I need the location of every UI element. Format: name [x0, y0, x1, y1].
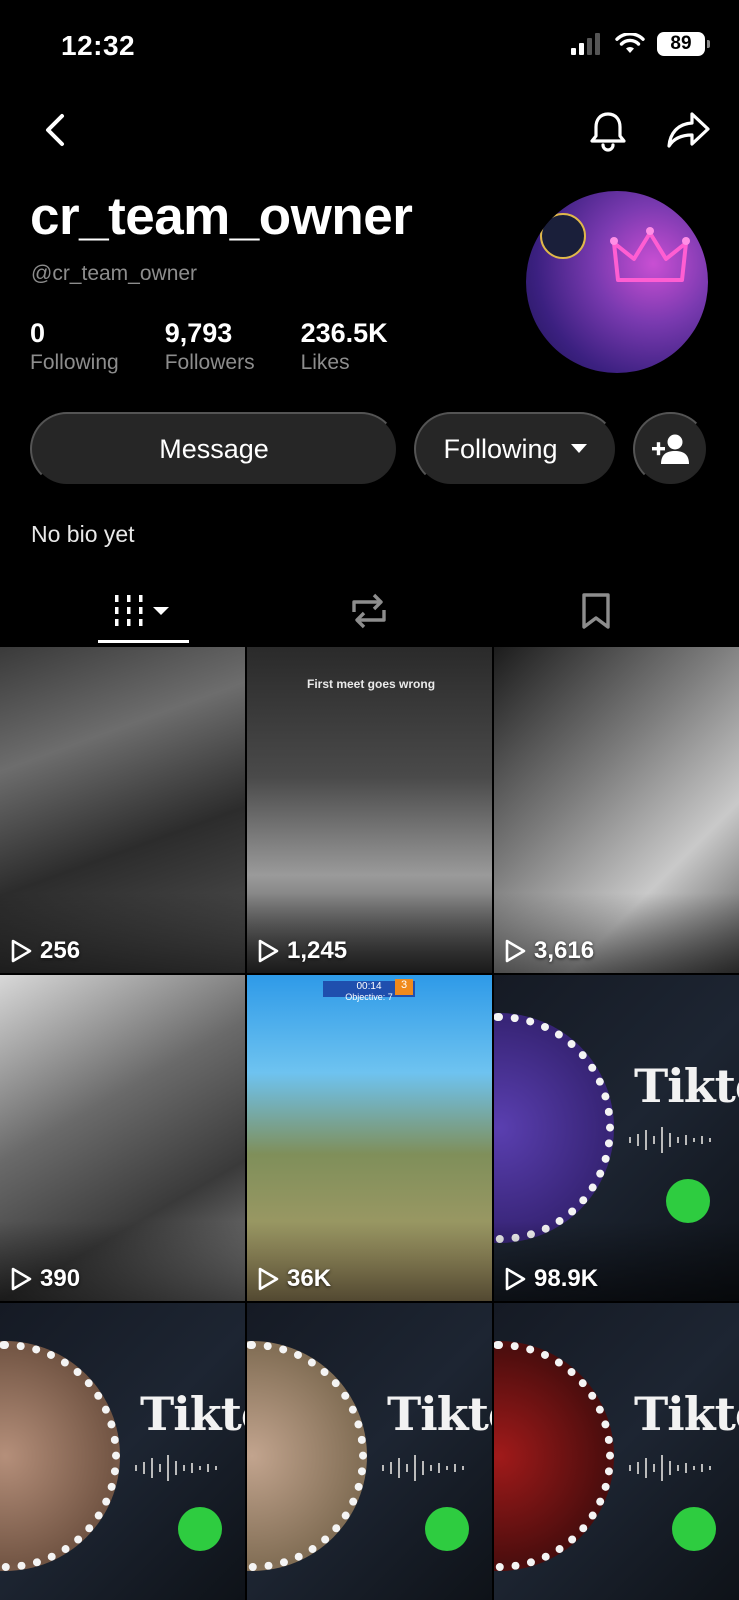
tiktok-brand-text: Tiktok	[387, 1387, 492, 1441]
game-hud-counter: 3	[395, 979, 413, 995]
play-icon	[505, 939, 526, 963]
view-count: 390	[10, 1265, 80, 1293]
following-button[interactable]: Following	[414, 412, 617, 486]
profile-stats: 0 Following 9,793 Followers 236.5K Likes	[30, 318, 434, 375]
view-count-text: 1,245	[287, 937, 348, 964]
audio-waveform-icon	[382, 1455, 464, 1481]
play-icon	[258, 1267, 279, 1291]
view-count-text: 256	[40, 937, 81, 964]
tiktok-brand-text: Tiktok	[140, 1387, 245, 1441]
back-arrow-icon[interactable]	[34, 108, 78, 152]
emblem-badge-icon	[540, 213, 586, 259]
play-icon	[258, 939, 279, 963]
stat-likes[interactable]: 236.5K Likes	[301, 318, 388, 375]
stat-following[interactable]: 0 Following	[30, 318, 119, 375]
call-accept-icon	[672, 1507, 716, 1551]
call-accept-icon	[425, 1507, 469, 1551]
view-count-text: 3,616	[534, 937, 595, 964]
video-thumbnail[interactable]: 256	[0, 647, 245, 973]
stat-value: 9,793	[164, 318, 233, 348]
view-count: 3,616	[504, 937, 594, 965]
ringtone-avatar-ring	[494, 1341, 614, 1571]
tab-saved[interactable]	[551, 588, 641, 634]
ringtone-avatar-ring	[247, 1341, 367, 1571]
active-tab-indicator	[98, 640, 189, 643]
battery-indicator: 89	[657, 32, 710, 56]
video-thumbnail[interactable]: Tiktok 98.9K	[494, 975, 739, 1301]
profile-handle: @cr_team_owner	[31, 262, 198, 285]
profile-avatar[interactable]	[526, 191, 708, 373]
stat-followers[interactable]: 9,793 Followers	[165, 318, 255, 375]
profile-username: cr_team_owner	[30, 187, 413, 246]
video-thumbnail[interactable]: 3,616	[494, 647, 739, 973]
wifi-icon	[615, 33, 645, 53]
caret-down-icon	[570, 444, 587, 453]
tab-reposts[interactable]	[324, 588, 414, 634]
view-count: 36K	[257, 1265, 331, 1293]
audio-waveform-icon	[135, 1455, 217, 1481]
call-accept-icon	[178, 1507, 222, 1551]
stat-value: 236.5K	[300, 318, 388, 348]
game-hud-time: 00:14	[356, 981, 382, 992]
bell-icon[interactable]	[586, 108, 630, 152]
video-thumbnail[interactable]: Tiktok	[494, 1303, 739, 1600]
status-time: 12:32	[61, 30, 136, 61]
stat-label: Followers	[164, 351, 255, 374]
play-icon	[505, 1267, 526, 1291]
neon-crown-icon	[610, 227, 690, 282]
view-count-text: 36K	[287, 1265, 332, 1292]
play-icon	[11, 939, 32, 963]
view-count-text: 98.9K	[534, 1265, 599, 1292]
audio-waveform-icon	[629, 1455, 711, 1481]
ringtone-avatar-ring	[0, 1341, 120, 1571]
video-thumbnail[interactable]: 00:14 Objective: 7 3 36K	[247, 975, 492, 1301]
message-button[interactable]: Message	[30, 412, 398, 486]
signal-icon	[571, 33, 600, 55]
add-friend-button[interactable]	[633, 412, 708, 486]
stat-value: 0	[30, 318, 46, 348]
video-thumbnail[interactable]: Tiktok	[0, 1303, 245, 1600]
call-accept-icon	[666, 1179, 710, 1223]
status-bar: 12:32 89	[0, 0, 739, 96]
grid-icon	[115, 595, 169, 626]
stat-label: Following	[30, 351, 119, 374]
bookmark-icon	[582, 593, 610, 629]
audio-waveform-icon	[629, 1127, 711, 1153]
view-count: 1,245	[257, 937, 347, 965]
video-thumbnail[interactable]: 390	[0, 975, 245, 1301]
view-count: 98.9K	[504, 1265, 598, 1293]
tiktok-brand-text: Tiktok	[634, 1059, 739, 1113]
video-thumbnail[interactable]: First meet goes wrong 1,245	[247, 647, 492, 973]
add-user-icon	[651, 434, 689, 464]
stat-label: Likes	[300, 351, 350, 374]
tab-videos[interactable]	[98, 588, 188, 634]
content-tabs	[0, 576, 739, 646]
following-button-label: Following	[443, 433, 558, 464]
profile-bio: No bio yet	[31, 521, 135, 547]
video-caption: First meet goes wrong	[307, 677, 436, 691]
share-arrow-icon[interactable]	[664, 108, 712, 152]
status-icons: 89	[571, 32, 710, 56]
view-count: 256	[10, 937, 80, 965]
view-count-text: 390	[40, 1265, 81, 1292]
tiktok-brand-text: Tiktok	[634, 1387, 739, 1441]
ringtone-avatar-ring	[494, 1013, 614, 1243]
video-thumbnail[interactable]: Tiktok	[247, 1303, 492, 1600]
top-nav	[0, 100, 739, 160]
repost-icon	[352, 593, 386, 629]
play-icon	[11, 1267, 32, 1291]
